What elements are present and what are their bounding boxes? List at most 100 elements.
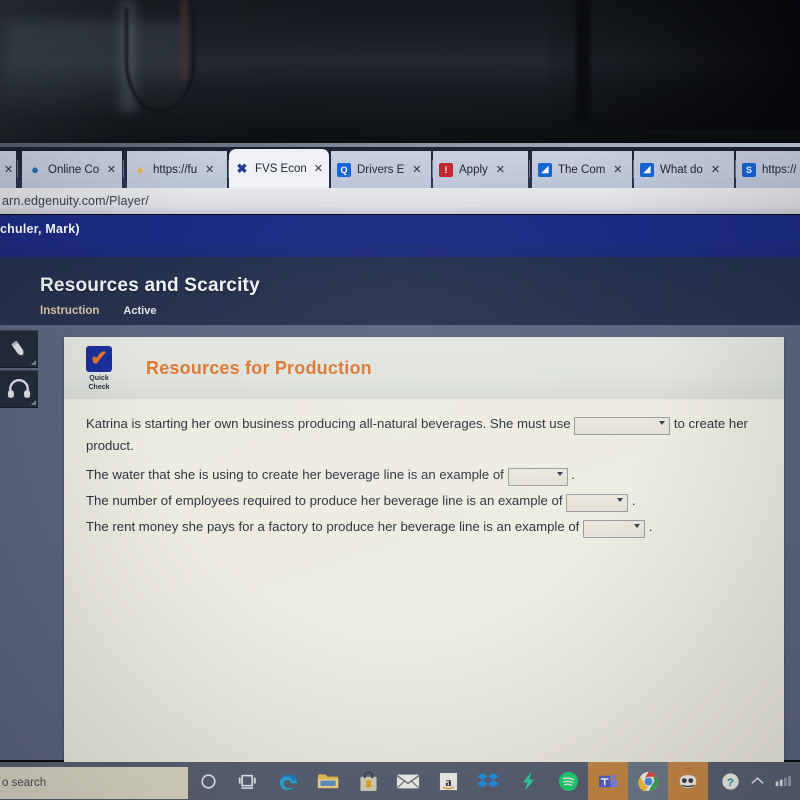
- bezel-dark-right: [550, 0, 800, 130]
- close-icon[interactable]: ✕: [312, 162, 323, 175]
- question-2-dropdown-wrap: [507, 465, 568, 486]
- question-3-dropdown[interactable]: [566, 493, 629, 512]
- user-name-label: chuler, Mark): [0, 222, 80, 236]
- highlighter-tool-button[interactable]: [0, 330, 38, 368]
- browser-tab-strip: ✕ ● Online Co ✕ ● https://fu ✕ ✖ FVS Econ ✕ Q Drive…: [0, 147, 800, 188]
- apply-icon: !: [439, 162, 453, 177]
- browser-tab-0[interactable]: ✕: [0, 151, 18, 188]
- browser-tab-title: Drivers E: [357, 163, 405, 176]
- x-logo-icon: ✖: [236, 160, 248, 176]
- dropbox-icon[interactable]: [468, 762, 508, 800]
- amazon-icon[interactable]: a: [428, 762, 468, 800]
- close-icon[interactable]: ✕: [709, 163, 720, 176]
- file-explorer-icon[interactable]: [308, 762, 348, 800]
- question-2-prefix: The water that she is using to create he…: [86, 467, 504, 483]
- pencil-icon: [11, 341, 24, 357]
- question-1-dropdown[interactable]: [574, 416, 671, 435]
- app-icon[interactable]: [668, 762, 708, 800]
- slack-icon[interactable]: [508, 762, 548, 800]
- question-2-dropdown[interactable]: [507, 467, 568, 486]
- app-header: chuler, Mark) Resources and Scarcity Ins…: [0, 215, 800, 325]
- browser-tab-title: FVS Econ: [255, 162, 306, 175]
- tab-separator: [123, 160, 124, 178]
- network-icon[interactable]: [775, 775, 794, 788]
- browser-tab-title: The Com: [558, 163, 606, 176]
- browser-tab-3[interactable]: ✖ FVS Econ ✕: [229, 149, 329, 188]
- breadcrumb: Instruction Active: [40, 305, 260, 317]
- microsoft-teams-icon[interactable]: [588, 762, 628, 800]
- question-4-prefix: The rent money she pays for a factory to…: [86, 519, 580, 535]
- question-1-prefix: Katrina is starting her own business pro…: [86, 416, 571, 431]
- spotify-icon[interactable]: [548, 762, 588, 800]
- activity-card: ✔ Quick Check Resources for Production K…: [64, 337, 784, 800]
- browser-tab-5[interactable]: ! Apply ✕: [433, 151, 530, 188]
- svg-text:a: a: [445, 774, 451, 788]
- close-icon[interactable]: ✕: [410, 163, 421, 176]
- address-bar-url: arn.edgenuity.com/Player/: [2, 194, 149, 208]
- browser-tab-8[interactable]: Shttps://: [736, 151, 800, 188]
- cable-reflection-2: [180, 0, 188, 80]
- tool-expand-corner-2: [31, 400, 36, 405]
- browser-tab-title: Online Co: [48, 163, 99, 176]
- question-4-dropdown[interactable]: [583, 519, 646, 538]
- breadcrumb-state[interactable]: Active: [123, 305, 156, 317]
- activity-card-header: ✔ Quick Check Resources for Production: [64, 337, 784, 399]
- show-hidden-icons-chevron[interactable]: [750, 775, 765, 787]
- browser-address-bar[interactable]: arn.edgenuity.com/Player/: [0, 188, 800, 214]
- browser-tab-title: What do: [660, 163, 703, 176]
- activity-title: Resources for Production: [146, 357, 372, 378]
- browser-tab-6[interactable]: ◢ The Com ✕: [532, 151, 634, 188]
- question-4: The rent money she pays for a factory to…: [86, 516, 766, 538]
- question-3-suffix: .: [631, 493, 636, 509]
- question-2: The water that she is using to create he…: [86, 464, 766, 486]
- breadcrumb-stage[interactable]: Instruction: [40, 305, 99, 317]
- monitor-bezel: [0, 0, 800, 148]
- browser-tab-title: https://fu: [153, 163, 198, 176]
- globe-icon: ●: [31, 162, 39, 177]
- cortana-icon[interactable]: [188, 762, 228, 800]
- headphones-icon: [7, 379, 31, 398]
- browser-tab-title: Apply: [459, 163, 488, 176]
- page-title: Resources and Scarcity: [40, 275, 260, 296]
- browser-tab-2[interactable]: ● https://fu ✕: [127, 151, 229, 188]
- question-4-suffix: .: [648, 519, 653, 535]
- search-placeholder: o search: [2, 777, 47, 789]
- sharepoint-icon: S: [742, 162, 756, 177]
- tab-separator: [529, 160, 530, 178]
- close-icon[interactable]: ✕: [611, 163, 622, 176]
- browser-tab-1[interactable]: ● Online Co ✕: [22, 151, 124, 188]
- close-icon[interactable]: ✕: [494, 163, 505, 176]
- close-icon[interactable]: ✕: [2, 163, 13, 176]
- microsoft-store-icon[interactable]: [348, 762, 388, 800]
- mail-icon[interactable]: [388, 762, 428, 800]
- tool-expand-corner: [31, 360, 36, 365]
- slideplayer-icon: ◢: [538, 162, 552, 177]
- browser-tab-7[interactable]: ◢ What do ✕: [634, 151, 736, 188]
- browser-tab-title: https://: [762, 163, 796, 176]
- question-2-suffix: .: [571, 467, 575, 483]
- photograph-of-monitor: ✕ ● Online Co ✕ ● https://fu ✕ ✖ FVS Econ ✕ Q Drive…: [0, 0, 800, 800]
- google-chrome-icon[interactable]: [628, 762, 668, 800]
- quick-check-label-line2: Check: [88, 384, 110, 391]
- system-tray: ?: [721, 772, 800, 791]
- browser-tab-4[interactable]: Q Drivers E ✕: [331, 151, 433, 188]
- close-icon[interactable]: ✕: [203, 163, 214, 176]
- audio-tool-button[interactable]: [0, 370, 38, 408]
- close-icon[interactable]: ✕: [105, 163, 116, 176]
- question-3-prefix: The number of employees required to prod…: [86, 493, 563, 509]
- task-view-icon[interactable]: [228, 762, 268, 800]
- user-bar: chuler, Mark): [0, 215, 800, 243]
- lightbulb-icon: ●: [136, 162, 144, 177]
- question-3: The number of employees required to prod…: [86, 490, 766, 512]
- question-1-dropdown-wrap: [574, 414, 671, 435]
- browser-chrome: ✕ ● Online Co ✕ ● https://fu ✕ ✖ FVS Econ ✕ Q Drive…: [0, 147, 800, 217]
- svg-text:?: ?: [727, 776, 734, 788]
- quick-check-badge: ✔ Quick Check: [64, 344, 134, 392]
- help-icon[interactable]: ?: [721, 772, 740, 791]
- search-input[interactable]: o search: [0, 767, 188, 799]
- check-glyph: ✔: [90, 347, 108, 370]
- lesson-title-block: Resources and Scarcity Instruction Activ…: [40, 275, 260, 317]
- edge-icon[interactable]: [268, 762, 308, 800]
- question-3-dropdown-wrap: [566, 491, 629, 512]
- quizlet-icon: Q: [337, 162, 351, 177]
